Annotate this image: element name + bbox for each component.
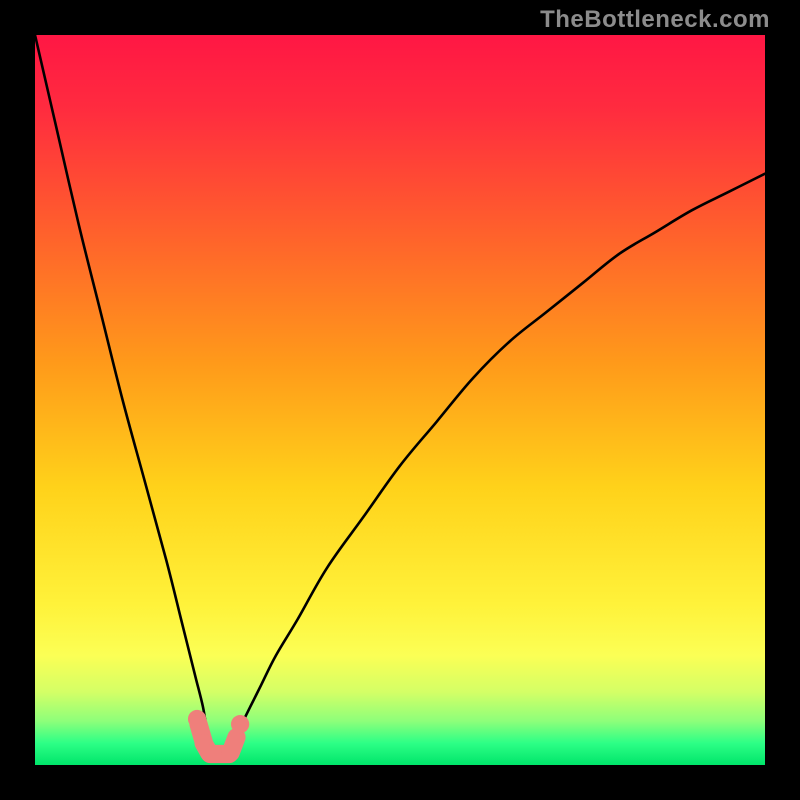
marker-pill xyxy=(231,737,237,752)
plot-area xyxy=(35,35,765,765)
marker-layer xyxy=(188,710,249,754)
chart-frame: TheBottleneck.com xyxy=(0,0,800,800)
watermark-text: TheBottleneck.com xyxy=(540,6,770,34)
curve-layer xyxy=(35,35,765,765)
bottleneck-curve xyxy=(35,35,765,754)
marker-dot xyxy=(231,715,249,733)
